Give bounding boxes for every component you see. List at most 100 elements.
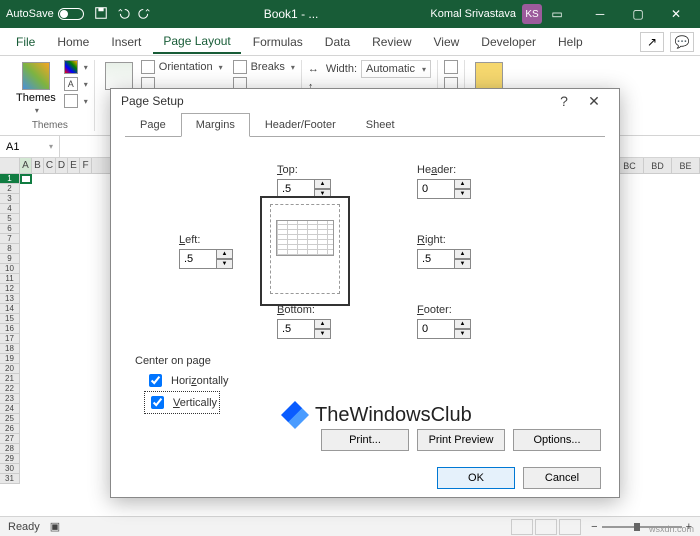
- bottom-margin-input[interactable]: [277, 319, 315, 339]
- row-header[interactable]: 29: [0, 454, 20, 464]
- row-header[interactable]: 7: [0, 234, 20, 244]
- row-header[interactable]: 8: [0, 244, 20, 254]
- left-margin-spinner[interactable]: ▲▼: [179, 249, 235, 269]
- page-break-view-button[interactable]: [559, 519, 581, 535]
- tab-developer[interactable]: Developer: [471, 31, 546, 53]
- row-header[interactable]: 31: [0, 474, 20, 484]
- row-header[interactable]: 1: [0, 174, 20, 184]
- row-header[interactable]: 4: [0, 204, 20, 214]
- spin-up-icon[interactable]: ▲: [315, 179, 331, 189]
- themes-button[interactable]: Themes ▾: [12, 60, 60, 117]
- row-header[interactable]: 23: [0, 394, 20, 404]
- row-header[interactable]: 28: [0, 444, 20, 454]
- row-header[interactable]: 17: [0, 334, 20, 344]
- colors-button[interactable]: ▾: [64, 60, 88, 74]
- tab-review[interactable]: Review: [362, 31, 421, 53]
- tab-home[interactable]: Home: [47, 31, 99, 53]
- spin-down-icon[interactable]: ▼: [455, 189, 471, 199]
- fonts-button[interactable]: A▾: [64, 77, 88, 91]
- cancel-button[interactable]: Cancel: [523, 467, 601, 489]
- row-header[interactable]: 25: [0, 414, 20, 424]
- bottom-margin-spinner[interactable]: ▲▼: [277, 319, 333, 339]
- normal-view-button[interactable]: [511, 519, 533, 535]
- print-preview-button[interactable]: Print Preview: [417, 429, 505, 451]
- col-header[interactable]: F: [80, 158, 92, 173]
- spin-up-icon[interactable]: ▲: [455, 249, 471, 259]
- save-icon[interactable]: [94, 6, 108, 23]
- spin-down-icon[interactable]: ▼: [217, 259, 233, 269]
- col-header[interactable]: E: [68, 158, 80, 173]
- col-header[interactable]: BD: [644, 158, 672, 173]
- select-all-corner[interactable]: [0, 158, 20, 173]
- tab-page-layout[interactable]: Page Layout: [153, 30, 240, 54]
- dialog-tab-margins[interactable]: Margins: [181, 113, 250, 137]
- name-box[interactable]: A1: [0, 136, 60, 157]
- spin-down-icon[interactable]: ▼: [455, 329, 471, 339]
- redo-icon[interactable]: [138, 6, 152, 23]
- dialog-tab-page[interactable]: Page: [125, 113, 181, 137]
- checkbox-icon[interactable]: [149, 374, 162, 387]
- row-header[interactable]: 22: [0, 384, 20, 394]
- col-header[interactable]: D: [56, 158, 68, 173]
- autosave-toggle[interactable]: AutoSave: [6, 8, 84, 20]
- row-header[interactable]: 24: [0, 404, 20, 414]
- row-header[interactable]: 2: [0, 184, 20, 194]
- right-margin-spinner[interactable]: ▲▼: [417, 249, 473, 269]
- row-header[interactable]: 9: [0, 254, 20, 264]
- comments-button[interactable]: 💬: [670, 32, 694, 52]
- header-margin-input[interactable]: [417, 179, 455, 199]
- row-header[interactable]: 16: [0, 324, 20, 334]
- col-header[interactable]: A: [20, 158, 32, 173]
- undo-icon[interactable]: [116, 6, 130, 23]
- row-header[interactable]: 10: [0, 264, 20, 274]
- footer-margin-input[interactable]: [417, 319, 455, 339]
- tab-file[interactable]: File: [6, 31, 45, 53]
- macro-record-icon[interactable]: ▣: [50, 520, 60, 533]
- spin-up-icon[interactable]: ▲: [217, 249, 233, 259]
- col-header[interactable]: C: [44, 158, 56, 173]
- minimize-button[interactable]: ─: [582, 2, 618, 26]
- zoom-out-icon[interactable]: −: [591, 521, 597, 533]
- dialog-help-button[interactable]: ?: [549, 89, 579, 113]
- effects-button[interactable]: ▾: [64, 94, 88, 108]
- user-account[interactable]: Komal Srivastava KS: [430, 4, 542, 24]
- spin-down-icon[interactable]: ▼: [455, 259, 471, 269]
- tab-help[interactable]: Help: [548, 31, 593, 53]
- col-header[interactable]: B: [32, 158, 44, 173]
- row-header[interactable]: 13: [0, 294, 20, 304]
- left-margin-input[interactable]: [179, 249, 217, 269]
- dialog-close-button[interactable]: ✕: [579, 89, 609, 113]
- width-control[interactable]: ↔ Width: Automatic▾: [308, 60, 431, 78]
- spin-down-icon[interactable]: ▼: [315, 329, 331, 339]
- row-header[interactable]: 27: [0, 434, 20, 444]
- page-layout-view-button[interactable]: [535, 519, 557, 535]
- checkbox-icon[interactable]: [151, 396, 164, 409]
- row-header[interactable]: 19: [0, 354, 20, 364]
- col-header[interactable]: BE: [672, 158, 700, 173]
- center-vertically-checkbox[interactable]: Vertically: [145, 392, 219, 413]
- footer-margin-spinner[interactable]: ▲▼: [417, 319, 473, 339]
- spin-up-icon[interactable]: ▲: [455, 179, 471, 189]
- dialog-tab-sheet[interactable]: Sheet: [351, 113, 410, 137]
- ok-button[interactable]: OK: [437, 467, 515, 489]
- row-header[interactable]: 18: [0, 344, 20, 354]
- tab-formulas[interactable]: Formulas: [243, 31, 313, 53]
- ribbon-display-icon[interactable]: ▭: [542, 7, 572, 21]
- tab-insert[interactable]: Insert: [101, 31, 151, 53]
- row-header[interactable]: 11: [0, 274, 20, 284]
- row-header[interactable]: 26: [0, 424, 20, 434]
- maximize-button[interactable]: ▢: [620, 2, 656, 26]
- spin-up-icon[interactable]: ▲: [315, 319, 331, 329]
- row-header[interactable]: 14: [0, 304, 20, 314]
- row-header[interactable]: 12: [0, 284, 20, 294]
- center-horizontally-checkbox[interactable]: Horizontally: [145, 371, 595, 390]
- options-button[interactable]: Options...: [513, 429, 601, 451]
- right-margin-input[interactable]: [417, 249, 455, 269]
- col-header[interactable]: BC: [616, 158, 644, 173]
- spin-up-icon[interactable]: ▲: [455, 319, 471, 329]
- row-header[interactable]: 15: [0, 314, 20, 324]
- breaks-button[interactable]: Breaks▾: [233, 60, 295, 74]
- share-button[interactable]: ↗: [640, 32, 664, 52]
- print-button[interactable]: Print...: [321, 429, 409, 451]
- orientation-button[interactable]: Orientation▾: [141, 60, 223, 74]
